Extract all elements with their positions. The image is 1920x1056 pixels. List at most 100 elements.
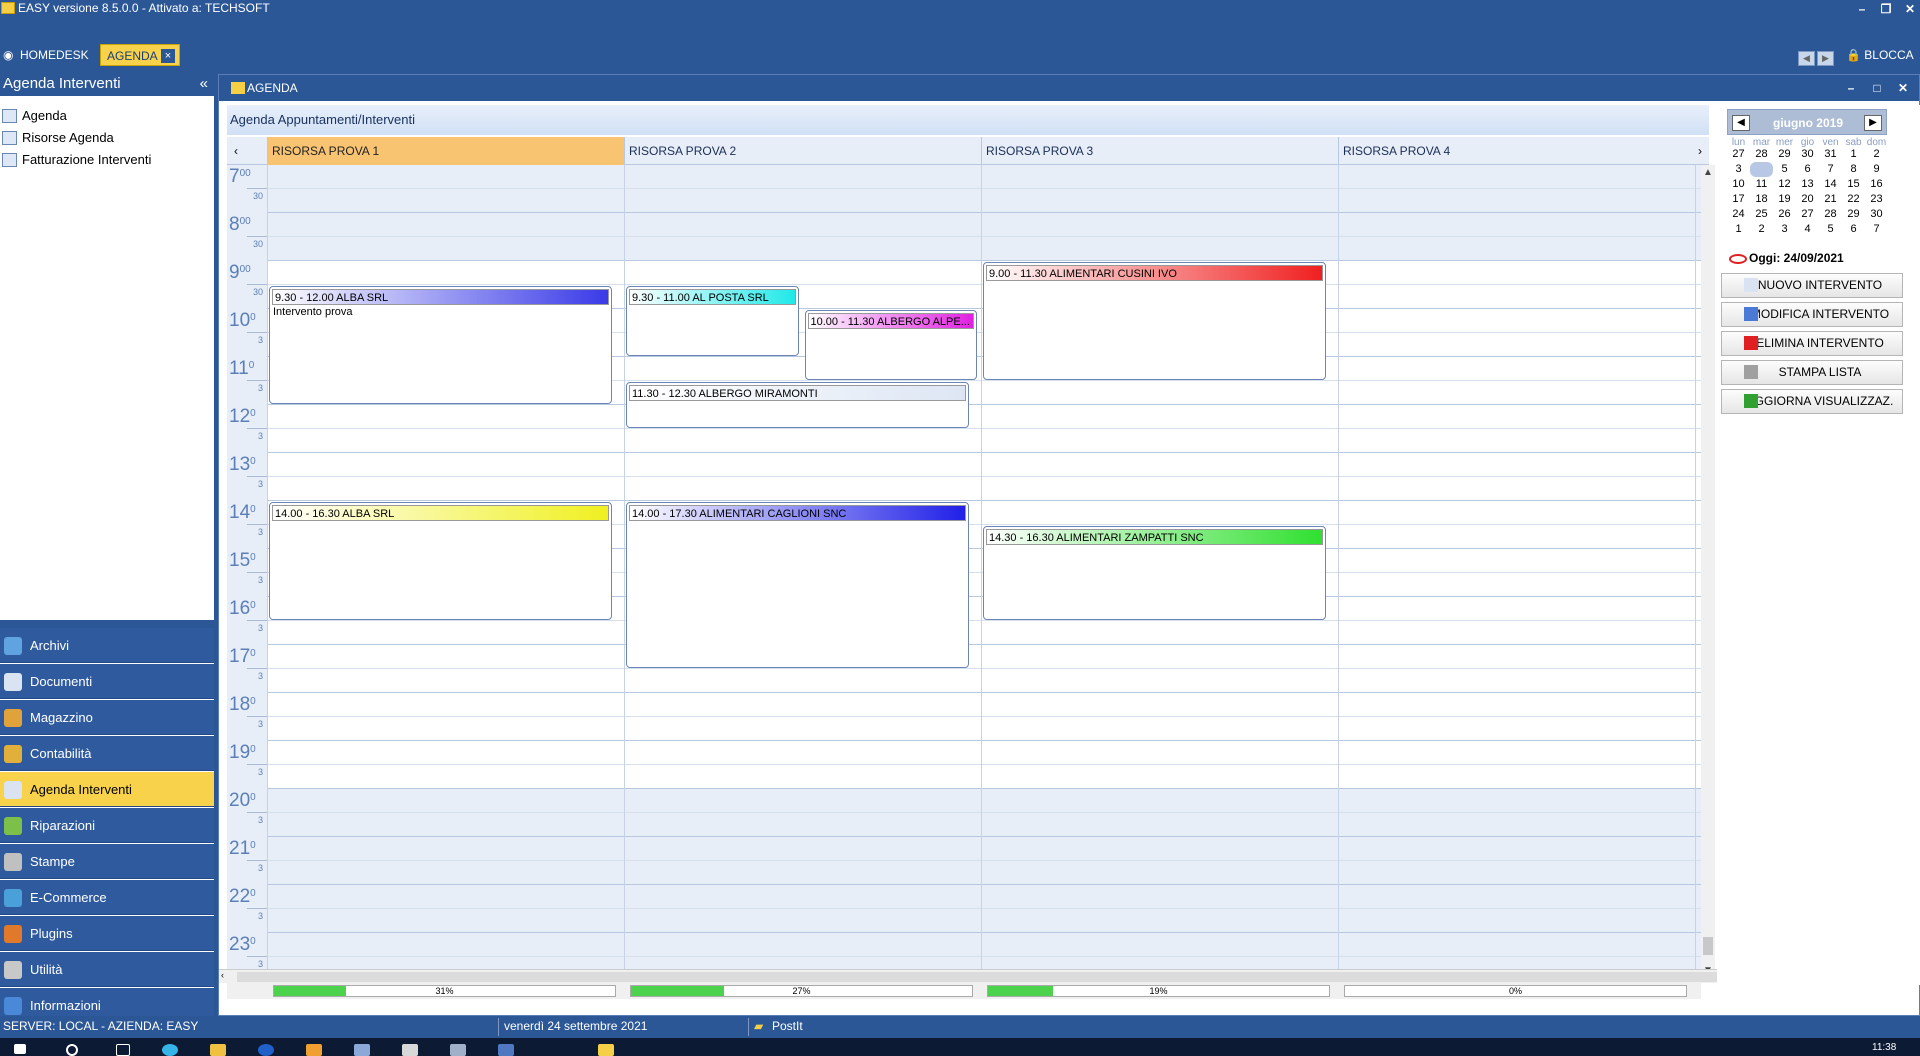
calendar-day[interactable]: 28: [1819, 207, 1842, 222]
appointment[interactable]: 14.00 - 17.30 ALIMENTARI CAGLIONI SNC: [626, 502, 969, 668]
menu-plugin[interactable]: Plugins: [0, 916, 214, 951]
vertical-scroll-thumb[interactable]: [1703, 937, 1713, 955]
calendar-day[interactable]: 1: [1727, 222, 1750, 237]
calendar-day[interactable]: 10: [1727, 177, 1750, 192]
calendar-day[interactable]: 20: [1796, 192, 1819, 207]
calendar-day[interactable]: 1: [1842, 147, 1865, 162]
panel-minimize-icon[interactable]: –: [1841, 75, 1861, 101]
close-icon[interactable]: ✕: [1900, 0, 1920, 18]
calendar-day[interactable]: 2: [1865, 147, 1888, 162]
calendar-day[interactable]: 8: [1842, 162, 1865, 177]
menu-printer[interactable]: Stampe: [0, 844, 214, 879]
tab-homedesk[interactable]: ◉ HOMEDESK: [0, 44, 95, 66]
menu-repair[interactable]: Riparazioni: [0, 808, 214, 843]
vertical-scrollbar[interactable]: ▲ ▼: [1701, 165, 1715, 981]
app-icon[interactable]: [450, 1044, 466, 1056]
scroll-left-icon[interactable]: ‹: [227, 137, 245, 165]
app-icon[interactable]: [306, 1044, 322, 1056]
calendar-day[interactable]: 7: [1865, 222, 1888, 237]
calendar-day[interactable]: 30: [1796, 147, 1819, 162]
calendar-day[interactable]: 24: [1727, 207, 1750, 222]
appointment[interactable]: 10.00 - 11.30 ALBERGO ALPE...: [804, 310, 977, 380]
edit-button[interactable]: MODIFICA INTERVENTO: [1721, 302, 1903, 327]
app-icon[interactable]: [354, 1044, 370, 1056]
new-document-button[interactable]: NUOVO INTERVENTO: [1721, 273, 1903, 298]
calendar-day[interactable]: 16: [1865, 177, 1888, 192]
calendar-day[interactable]: 6: [1796, 162, 1819, 177]
calendar-day[interactable]: 5: [1819, 222, 1842, 237]
resource-header[interactable]: RISORSA PROVA 4: [1338, 137, 1695, 165]
calendar-day[interactable]: 28: [1750, 147, 1773, 162]
calendar-day[interactable]: 21: [1819, 192, 1842, 207]
appointment[interactable]: 14.30 - 16.30 ALIMENTARI ZAMPATTI SNC: [983, 526, 1326, 620]
appointment[interactable]: 11.30 - 12.30 ALBERGO MIRAMONTI: [626, 382, 969, 428]
calendar-day[interactable]: 17: [1727, 192, 1750, 207]
calendar-day[interactable]: 11: [1750, 177, 1773, 192]
calendar-day[interactable]: 15: [1842, 177, 1865, 192]
calendar-month[interactable]: giugno 2019: [1758, 110, 1858, 136]
calendar-day[interactable]: 19: [1773, 192, 1796, 207]
sidebar-tree-item[interactable]: Risorse Agenda: [2, 128, 114, 148]
menu-tools[interactable]: Utilità: [0, 952, 214, 987]
day-grid[interactable]: 700 30 800 30 900 30 100 3 110 3 120 3 130 3 140 3 150 3 1…: [227, 165, 1701, 981]
calendar-day[interactable]: 14: [1819, 177, 1842, 192]
calendar-day[interactable]: [1750, 162, 1773, 177]
prev-month-icon[interactable]: ◀: [1732, 115, 1750, 131]
horizontal-scrollbar[interactable]: ‹ ›: [219, 969, 1920, 983]
calendar-day[interactable]: 22: [1842, 192, 1865, 207]
calendar-day[interactable]: 9: [1865, 162, 1888, 177]
resource-header[interactable]: RISORSA PROVA 3: [981, 137, 1338, 165]
close-tab-icon[interactable]: ×: [161, 49, 175, 63]
today-link[interactable]: Oggi: 24/09/2021: [1729, 251, 1889, 267]
calendar-day[interactable]: 30: [1865, 207, 1888, 222]
app-icon[interactable]: [258, 1044, 274, 1056]
appointment[interactable]: 14.00 - 16.30 ALBA SRL: [269, 502, 612, 620]
calendar-day[interactable]: 27: [1727, 147, 1750, 162]
calendar-day[interactable]: 25: [1750, 207, 1773, 222]
windows-start-icon[interactable]: [14, 1044, 26, 1054]
calendar-day[interactable]: 13: [1796, 177, 1819, 192]
scroll-up-icon[interactable]: ▲: [1701, 167, 1715, 178]
search-icon[interactable]: [66, 1044, 78, 1056]
app-icon[interactable]: [498, 1044, 514, 1056]
file-explorer-icon[interactable]: [210, 1044, 226, 1056]
calendar-day[interactable]: 7: [1819, 162, 1842, 177]
menu-archive[interactable]: Archivi: [0, 628, 214, 663]
appointment[interactable]: 9.00 - 11.30 ALIMENTARI CUSINI IVO: [983, 262, 1326, 380]
panel-maximize-icon[interactable]: □: [1867, 75, 1887, 101]
calendar-day[interactable]: 3: [1773, 222, 1796, 237]
edge-browser-icon[interactable]: [162, 1044, 178, 1056]
menu-globe[interactable]: E-Commerce: [0, 880, 214, 915]
appointment[interactable]: 9.30 - 12.00 ALBA SRL Intervento prova: [269, 286, 612, 404]
next-month-icon[interactable]: ▶: [1864, 115, 1882, 131]
appointment[interactable]: 9.30 - 11.00 AL POSTA SRL: [626, 286, 799, 356]
calendar-day[interactable]: 6: [1842, 222, 1865, 237]
calendar-day[interactable]: 27: [1796, 207, 1819, 222]
calendar-day[interactable]: 12: [1773, 177, 1796, 192]
resource-header[interactable]: RISORSA PROVA 2: [624, 137, 981, 165]
menu-documents[interactable]: Documenti: [0, 664, 214, 699]
calendar-day[interactable]: 18: [1750, 192, 1773, 207]
calendar-day[interactable]: 5: [1773, 162, 1796, 177]
refresh-button[interactable]: AGGIORNA VISUALIZZAZ.: [1721, 389, 1903, 414]
calendar-day[interactable]: 26: [1773, 207, 1796, 222]
task-view-icon[interactable]: [116, 1044, 130, 1056]
back-icon[interactable]: ◀: [1798, 51, 1815, 66]
calendar-day[interactable]: 29: [1842, 207, 1865, 222]
tab-agenda[interactable]: AGENDA ×: [100, 44, 180, 66]
sidebar-splitter[interactable]: [0, 620, 214, 628]
minimize-icon[interactable]: –: [1852, 0, 1872, 18]
hscroll-left-icon[interactable]: ‹: [221, 970, 224, 980]
menu-scales[interactable]: Contabilità: [0, 736, 214, 771]
postit-button[interactable]: PostIt: [772, 1016, 803, 1036]
scroll-right-icon[interactable]: ›: [1691, 137, 1709, 165]
calendar-day[interactable]: 3: [1727, 162, 1750, 177]
calendar-day[interactable]: 23: [1865, 192, 1888, 207]
menu-agenda[interactable]: Agenda Interventi: [0, 772, 214, 807]
collapse-sidebar-icon[interactable]: «: [200, 72, 208, 96]
calendar-day[interactable]: 4: [1796, 222, 1819, 237]
calendar-day[interactable]: 31: [1819, 147, 1842, 162]
delete-button[interactable]: ELIMINA INTERVENTO: [1721, 331, 1903, 356]
forward-icon[interactable]: ▶: [1817, 51, 1834, 66]
easy-app-icon[interactable]: [598, 1044, 614, 1056]
